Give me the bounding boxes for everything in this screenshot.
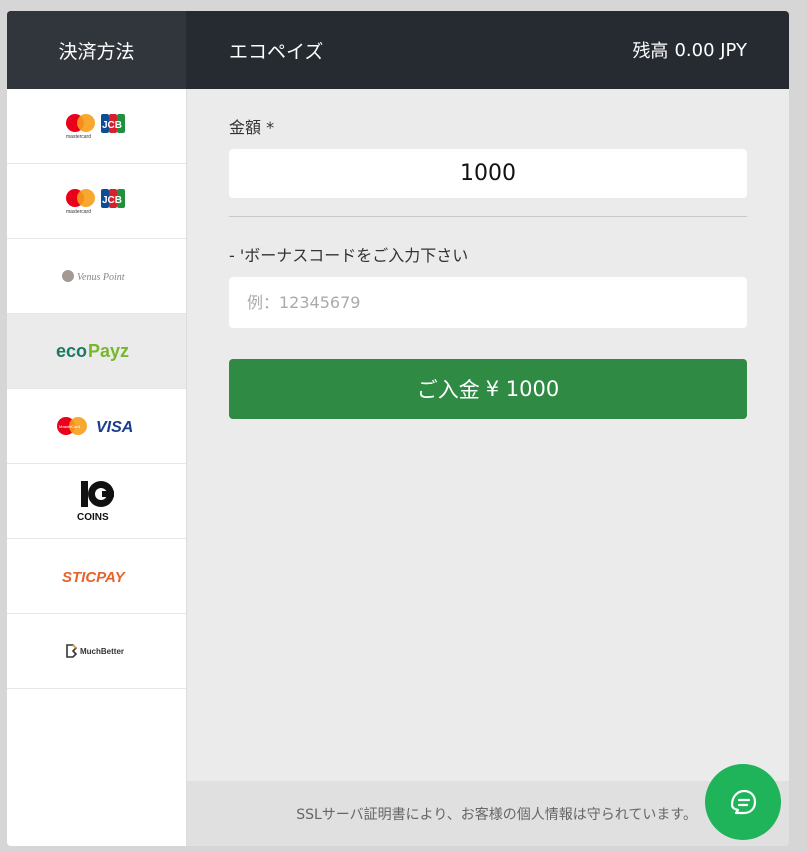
chat-button[interactable] bbox=[705, 764, 781, 840]
mastercard-jcb-logo-2: mastercard JCB bbox=[65, 189, 125, 215]
payment-methods-sidebar: mastercard JCB mastercard JCB Venus Poin… bbox=[7, 89, 187, 846]
sticpay-logo: STICPAY bbox=[62, 569, 127, 586]
jcb-text-2: JCB bbox=[102, 195, 122, 206]
amount-input[interactable] bbox=[229, 149, 747, 198]
venus-point-logo: Venus Point bbox=[61, 270, 125, 283]
ecopayz-logo: eco Payz bbox=[56, 341, 129, 361]
sticpay-text: STICPAY bbox=[62, 569, 127, 586]
ecopayz-payz-text: Payz bbox=[88, 341, 129, 361]
balance: 残高 0.00 JPY bbox=[632, 11, 747, 89]
divider bbox=[229, 216, 747, 217]
deposit-label: ご入金 bbox=[416, 378, 480, 402]
mastercard-text: mastercard bbox=[66, 134, 91, 140]
visa-text: VISA bbox=[96, 419, 133, 436]
ssl-text: SSLサーバ証明書により、お客様の個人情報は守られています。 bbox=[296, 806, 697, 823]
amount-label: 金額 * bbox=[229, 118, 275, 137]
bonus-code-input[interactable] bbox=[229, 277, 747, 328]
10-coins-logo: COINS bbox=[77, 481, 114, 523]
balance-label: 残高 bbox=[632, 41, 669, 62]
payment-form: 金額 * - 'ボーナスコードをご入力下さい ご入金 ¥ 1000 SSLサーバ… bbox=[187, 89, 789, 846]
coins-text: COINS bbox=[77, 512, 109, 523]
header: 決済方法 エコペイズ 残高 0.00 JPY bbox=[7, 11, 789, 89]
venus-point-text: Venus Point bbox=[77, 272, 125, 283]
method-mastercard-jcb[interactable]: mastercard JCB bbox=[7, 89, 186, 164]
mastercard-visa-logo: MasterCard VISA bbox=[56, 417, 133, 436]
method-title: エコペイズ bbox=[229, 40, 324, 63]
deposit-amount: ¥ 1000 bbox=[485, 377, 560, 401]
balance-value: 0.00 JPY bbox=[674, 39, 747, 61]
method-10-coins[interactable]: COINS bbox=[7, 464, 186, 539]
method-mastercard-visa[interactable]: MasterCard VISA bbox=[7, 389, 186, 464]
method-venus-point[interactable]: Venus Point bbox=[7, 239, 186, 314]
method-sticpay[interactable]: STICPAY bbox=[7, 539, 186, 614]
jcb-text: JCB bbox=[102, 120, 122, 131]
chat-icon bbox=[730, 789, 757, 815]
method-mastercard-jcb-2[interactable]: mastercard JCB bbox=[7, 164, 186, 239]
mastercard-text-2: mastercard bbox=[66, 209, 91, 215]
mastercard-text-3: MasterCard bbox=[59, 424, 80, 429]
method-ecopayz[interactable]: eco Payz bbox=[7, 314, 186, 389]
muchbetter-logo: MuchBetter bbox=[65, 644, 124, 658]
mastercard-jcb-logo: mastercard JCB bbox=[65, 114, 125, 140]
payment-panel: 決済方法 エコペイズ 残高 0.00 JPY mastercard JCB ma… bbox=[7, 11, 789, 846]
method-muchbetter[interactable]: MuchBetter bbox=[7, 614, 186, 689]
muchbetter-text: MuchBetter bbox=[80, 647, 124, 656]
deposit-button[interactable]: ご入金 ¥ 1000 bbox=[229, 359, 747, 419]
ecopayz-eco-text: eco bbox=[56, 341, 87, 361]
bonus-code-label: - 'ボーナスコードをご入力下さい bbox=[229, 246, 469, 265]
ssl-footer: SSLサーバ証明書により、お客様の個人情報は守られています。 bbox=[187, 781, 789, 846]
sidebar-title: 決済方法 bbox=[7, 11, 186, 89]
